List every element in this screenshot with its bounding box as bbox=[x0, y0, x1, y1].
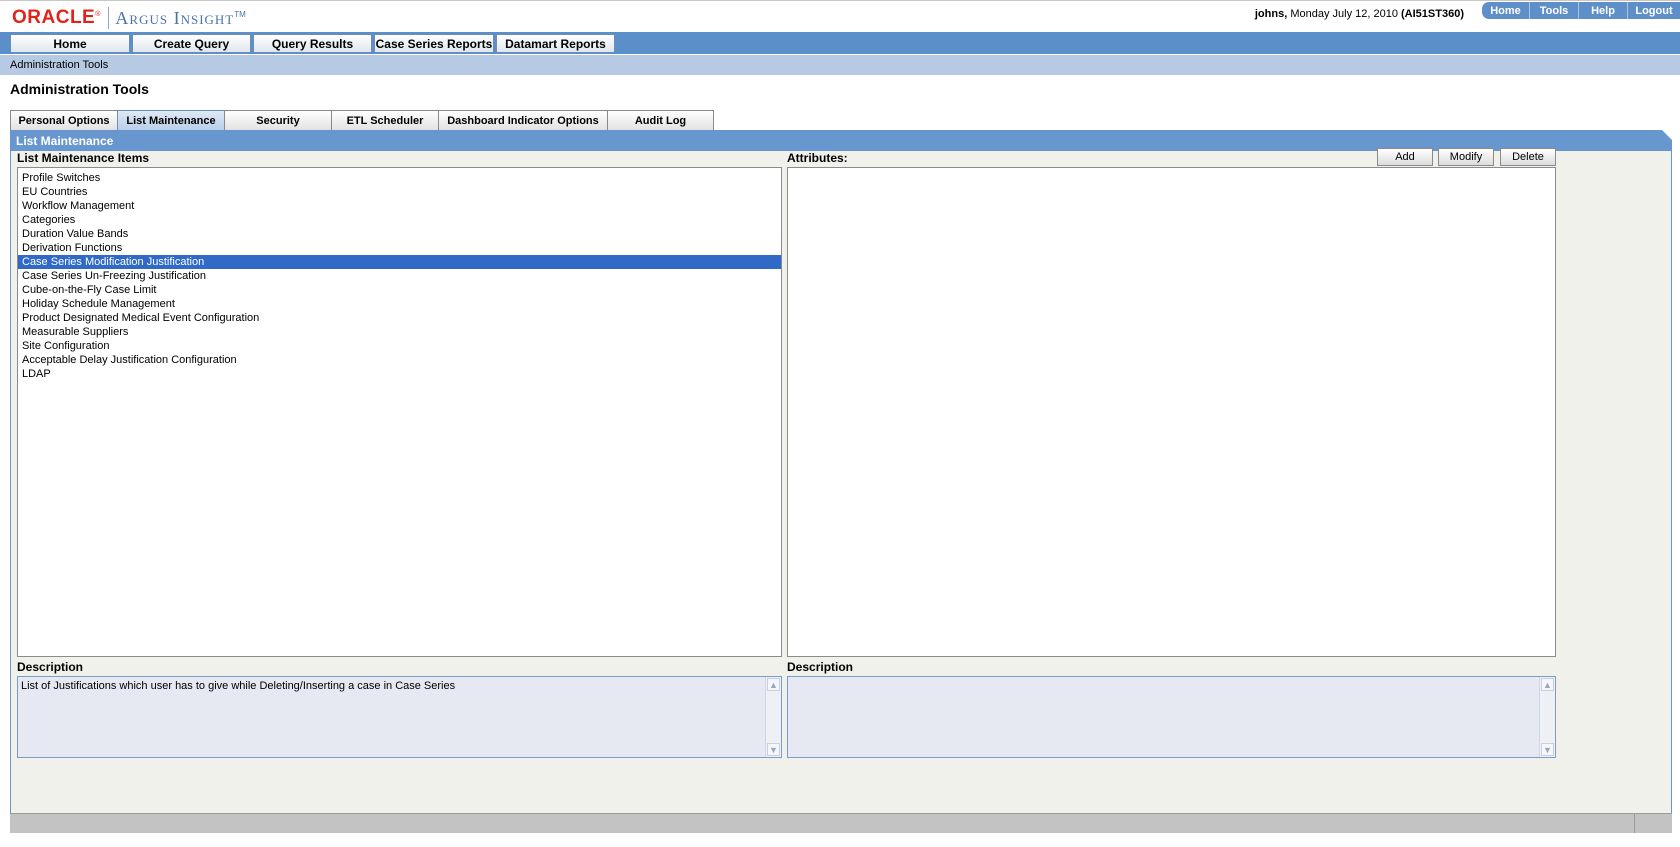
list-item[interactable]: Cube-on-the-Fly Case Limit bbox=[18, 283, 781, 297]
list-item[interactable]: Measurable Suppliers bbox=[18, 325, 781, 339]
description-scrollbar-right[interactable]: ▲ ▼ bbox=[1539, 677, 1555, 757]
nav-datamart-reports[interactable]: Datamart Reports bbox=[496, 34, 615, 53]
attributes-label: Attributes: bbox=[787, 151, 848, 165]
list-maintenance-items[interactable]: Profile Switches EU Countries Workflow Man… bbox=[17, 167, 782, 657]
tab-list-maintenance[interactable]: List Maintenance bbox=[117, 110, 225, 130]
nav-create-query[interactable]: Create Query bbox=[132, 34, 251, 53]
session-date: Monday July 12, 2010 bbox=[1290, 8, 1398, 20]
breadcrumb: Administration Tools bbox=[0, 55, 1680, 75]
registered-mark: ® bbox=[95, 10, 101, 18]
logo-divider bbox=[108, 7, 110, 29]
delete-button[interactable]: Delete bbox=[1500, 148, 1556, 166]
global-link-home[interactable]: Home bbox=[1482, 2, 1529, 19]
status-bar bbox=[10, 813, 1672, 833]
list-item[interactable]: LDAP bbox=[18, 367, 781, 381]
scroll-up-icon[interactable]: ▲ bbox=[767, 678, 780, 691]
breadcrumb-text: Administration Tools bbox=[10, 59, 109, 71]
product-name: Argus Insight bbox=[115, 7, 235, 28]
list-item[interactable]: Workflow Management bbox=[18, 199, 781, 213]
nav-case-series-reports[interactable]: Case Series Reports bbox=[374, 34, 494, 53]
description-scrollbar-left[interactable]: ▲ ▼ bbox=[765, 677, 781, 757]
oracle-wordmark: ORACLE bbox=[12, 7, 96, 28]
page-title: Administration Tools bbox=[10, 81, 149, 97]
modify-button[interactable]: Modify bbox=[1438, 148, 1494, 166]
tab-etl-scheduler[interactable]: ETL Scheduler bbox=[331, 110, 439, 130]
trademark-mark: TM bbox=[234, 9, 246, 19]
list-item[interactable]: Acceptable Delay Justification Configura… bbox=[18, 353, 781, 367]
list-item[interactable]: Case Series Un-Freezing Justification bbox=[18, 269, 781, 283]
list-maintenance-panel: List Maintenance List Maintenance Items … bbox=[10, 130, 1672, 825]
tab-dashboard-indicator-options[interactable]: Dashboard Indicator Options bbox=[438, 110, 608, 130]
list-item[interactable]: Duration Value Bands bbox=[18, 227, 781, 241]
list-item[interactable]: EU Countries bbox=[18, 185, 781, 199]
list-item[interactable]: Derivation Functions bbox=[18, 241, 781, 255]
description-textarea-left[interactable]: List of Justifications which user has to… bbox=[17, 676, 782, 758]
list-items-label: List Maintenance Items bbox=[17, 151, 150, 165]
attributes-list[interactable] bbox=[787, 167, 1556, 657]
nav-home[interactable]: Home bbox=[10, 34, 130, 53]
list-item[interactable]: Site Configuration bbox=[18, 339, 781, 353]
description-label-left: Description bbox=[17, 660, 84, 674]
description-label-right: Description bbox=[787, 660, 854, 674]
list-item[interactable]: Case Series Modification Justification bbox=[18, 255, 781, 269]
user-info: johns, Monday July 12, 2010 (AI51ST360) bbox=[1255, 8, 1464, 20]
oracle-argus-logo: ORACLE ® Argus Insight TM bbox=[12, 6, 246, 30]
description-textarea-right[interactable]: ▲ ▼ bbox=[787, 676, 1556, 758]
admin-tabs: Personal Options List Maintenance Securi… bbox=[10, 110, 714, 130]
list-item[interactable]: Product Designated Medical Event Configu… bbox=[18, 311, 781, 325]
global-link-logout[interactable]: Logout bbox=[1627, 2, 1680, 19]
main-nav: Home Create Query Query Results Case Ser… bbox=[0, 32, 1680, 54]
app-header: ORACLE ® Argus Insight TM johns, Monday … bbox=[0, 0, 1680, 32]
nav-query-results[interactable]: Query Results bbox=[253, 34, 372, 53]
tab-audit-log[interactable]: Audit Log bbox=[607, 110, 714, 130]
tab-security[interactable]: Security bbox=[224, 110, 332, 130]
add-button[interactable]: Add bbox=[1377, 148, 1433, 166]
global-link-help[interactable]: Help bbox=[1578, 2, 1627, 19]
user-name: johns, bbox=[1254, 8, 1288, 20]
status-segment bbox=[1634, 814, 1672, 833]
list-item[interactable]: Holiday Schedule Management bbox=[18, 297, 781, 311]
list-item[interactable]: Profile Switches bbox=[18, 171, 781, 185]
scroll-down-icon[interactable]: ▼ bbox=[767, 743, 780, 756]
global-links: Home Tools Help Logout bbox=[1482, 2, 1680, 19]
server-id: (AI51ST360) bbox=[1401, 8, 1464, 20]
scroll-down-icon[interactable]: ▼ bbox=[1541, 743, 1554, 756]
global-link-tools[interactable]: Tools bbox=[1529, 2, 1578, 19]
list-item[interactable]: Categories bbox=[18, 213, 781, 227]
description-text-left: List of Justifications which user has to… bbox=[21, 680, 456, 692]
scroll-up-icon[interactable]: ▲ bbox=[1541, 678, 1554, 691]
tab-personal-options[interactable]: Personal Options bbox=[10, 110, 118, 130]
